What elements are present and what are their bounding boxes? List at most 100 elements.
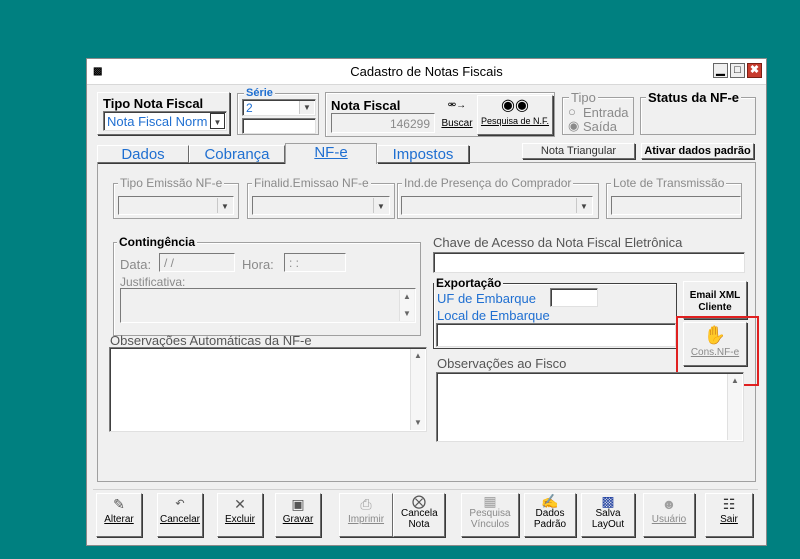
cancela-nota-label: Cancela Nota <box>401 508 438 530</box>
printer-icon: ⎙ <box>360 496 372 512</box>
tipo-emissao-select[interactable]: ▼ <box>118 196 234 215</box>
uf-embarque-label: UF de Embarque <box>437 291 536 306</box>
imprimir-button[interactable]: ⎙ Imprimir <box>339 493 393 537</box>
exportacao-label: Exportação <box>434 276 504 290</box>
salva-layout-button[interactable]: ▩ Salva LayOut <box>581 493 635 537</box>
nota-fiscal-group: Nota Fiscal 146299 ⚮→ Buscar ◉◉ Pesquisa… <box>325 92 555 137</box>
presenca-label: Ind.de Presença do Comprador <box>402 176 574 190</box>
serie-select[interactable]: 2 ▼ <box>242 99 316 116</box>
tab-dados[interactable]: Dados <box>97 145 189 163</box>
imprimir-label: Imprimir <box>347 514 385 525</box>
scroll-up-icon[interactable]: ▲ <box>411 349 425 363</box>
serie-value: 2 <box>246 101 253 115</box>
finalid-label: Finalid.Emissao NF-e <box>252 176 371 190</box>
email-xml-label: Email XML Cliente <box>689 290 741 313</box>
exportacao-group: Exportação UF de Embarque Local de Embar… <box>433 277 677 349</box>
local-embarque-label: Local de Embarque <box>437 308 550 323</box>
nota-fiscal-input[interactable]: 146299 <box>331 113 435 133</box>
justificativa-textarea[interactable]: ▲ ▼ <box>120 288 416 323</box>
close-button[interactable]: ✖ <box>747 63 762 78</box>
obs-fisco-scrollbar[interactable]: ▲ <box>727 374 742 440</box>
justificativa-scrollbar[interactable]: ▲ ▼ <box>399 290 414 321</box>
entrada-radio[interactable]: ○ <box>568 104 576 119</box>
undo-icon: ↶ <box>175 498 185 510</box>
cancela-nota-button[interactable]: ⨂ Cancela Nota <box>393 493 445 537</box>
tab-impostos[interactable]: Impostos <box>377 145 469 163</box>
lote-input[interactable] <box>611 196 741 215</box>
window-title: Cadastro de Notas Fiscais <box>350 64 503 79</box>
hora-input[interactable]: : : <box>284 253 346 272</box>
chevron-down-icon[interactable]: ▼ <box>299 101 314 114</box>
contingencia-label: Contingência <box>117 235 198 249</box>
presenca-group: Ind.de Presença do Comprador ▼ <box>397 177 599 219</box>
pesquisa-nf-label: Pesquisa de N.F. <box>480 116 550 126</box>
finalid-group: Finalid.Emissao NF-e ▼ <box>247 177 395 219</box>
x-icon: ✕ <box>234 496 246 512</box>
tipo-nota-select[interactable]: Nota Fiscal Norm ▼ <box>103 111 227 131</box>
tipo-emissao-group: Tipo Emissão NF-e ▼ <box>113 177 239 219</box>
serie-extra-field[interactable] <box>242 118 316 134</box>
obs-auto-textarea[interactable]: ▲ ▼ <box>109 347 427 432</box>
sair-button[interactable]: ☷ Sair <box>705 493 753 537</box>
pesquisa-vinculos-label: Pesquisa Vínculos <box>469 508 511 530</box>
pesquisa-nf-button[interactable]: ◉◉ Pesquisa de N.F. <box>477 95 553 135</box>
chevron-down-icon[interactable]: ▼ <box>576 198 591 213</box>
data-input[interactable]: / / <box>159 253 235 272</box>
buscar-button[interactable]: ⚮→ Buscar <box>440 96 474 136</box>
alterar-button[interactable]: ✎ Alterar <box>96 493 142 537</box>
tab-cobranca[interactable]: Cobrança <box>189 145 285 163</box>
uf-embarque-input[interactable] <box>550 288 598 307</box>
chevron-down-icon[interactable]: ▼ <box>217 198 232 213</box>
nota-fiscal-label: Nota Fiscal <box>331 98 401 113</box>
chevron-down-icon[interactable]: ▼ <box>210 113 225 129</box>
local-embarque-input[interactable] <box>436 323 676 347</box>
data-value: / / <box>164 256 175 270</box>
document-edit-icon: ✍ <box>541 493 559 509</box>
saida-radio[interactable]: ◉ <box>568 118 579 134</box>
title-bar: ▩ Cadastro de Notas Fiscais ▁ □ ✖ <box>87 59 766 85</box>
scroll-up-icon[interactable]: ▲ <box>400 290 414 304</box>
obs-auto-scrollbar[interactable]: ▲ ▼ <box>410 349 425 430</box>
usuario-button[interactable]: ☻ Usuário <box>643 493 695 537</box>
maximize-button[interactable]: □ <box>730 63 745 78</box>
data-label: Data: <box>120 257 152 272</box>
excluir-button[interactable]: ✕ Excluir <box>217 493 263 537</box>
usuario-label: Usuário <box>651 514 687 525</box>
dados-padrao-label: Dados Padrão <box>533 508 567 530</box>
scroll-down-icon[interactable]: ▼ <box>400 307 414 321</box>
serie-group: Série 2 ▼ <box>237 87 319 135</box>
tipo-emissao-label: Tipo Emissão NF-e <box>118 176 225 190</box>
edit-icon: ✎ <box>113 496 125 512</box>
alterar-label: Alterar <box>104 514 134 525</box>
cancelar-button[interactable]: ↶ Cancelar <box>157 493 203 537</box>
justificativa-label: Justificativa: <box>120 275 186 289</box>
chave-input[interactable] <box>433 252 745 273</box>
chevron-down-icon[interactable]: ▼ <box>373 198 388 213</box>
status-label: Status da NF-e <box>646 90 742 105</box>
dados-padrao-button[interactable]: ✍ Dados Padrão <box>524 493 576 537</box>
chave-label: Chave de Acesso da Nota Fiscal Eletrônic… <box>433 235 683 250</box>
obs-fisco-textarea[interactable]: ▲ <box>436 372 744 442</box>
pesquisa-vinculos-button[interactable]: ▦ Pesquisa Vínculos <box>461 493 519 537</box>
scroll-down-icon[interactable]: ▼ <box>411 416 425 430</box>
email-xml-button[interactable]: Email XML Cliente <box>683 281 747 319</box>
status-group: Status da NF-e <box>640 91 756 135</box>
saida-label: Saída <box>583 119 617 134</box>
contingencia-group: Contingência Data: / / Hora: : : Justifi… <box>113 236 421 336</box>
tipo-nota-panel: Tipo Nota Fiscal Nota Fiscal Norm ▼ <box>97 92 230 135</box>
obs-auto-label: Observações Automáticas da NF-e <box>110 333 312 348</box>
main-window: ▩ Cadastro de Notas Fiscais ▁ □ ✖ Tipo N… <box>86 58 767 546</box>
gravar-button[interactable]: ▣ Gravar <box>275 493 321 537</box>
binoculars-icon: ◉◉ <box>501 97 529 114</box>
finalid-select[interactable]: ▼ <box>252 196 390 215</box>
minimize-button[interactable]: ▁ <box>713 63 728 78</box>
tipo-nota-value: Nota Fiscal Norm <box>107 114 208 129</box>
nota-triangular-button[interactable]: Nota Triangular <box>522 143 635 159</box>
scroll-up-icon[interactable]: ▲ <box>728 374 742 388</box>
ativar-dados-button[interactable]: Ativar dados padrão <box>641 143 754 159</box>
presenca-select[interactable]: ▼ <box>401 196 593 215</box>
tipo-group: Tipo ○ Entrada ◉ Saída <box>562 91 634 135</box>
tab-nfe[interactable]: NF-e <box>285 143 377 164</box>
excluir-label: Excluir <box>224 514 255 525</box>
search-arrow-icon: ⚮→ <box>447 100 467 111</box>
